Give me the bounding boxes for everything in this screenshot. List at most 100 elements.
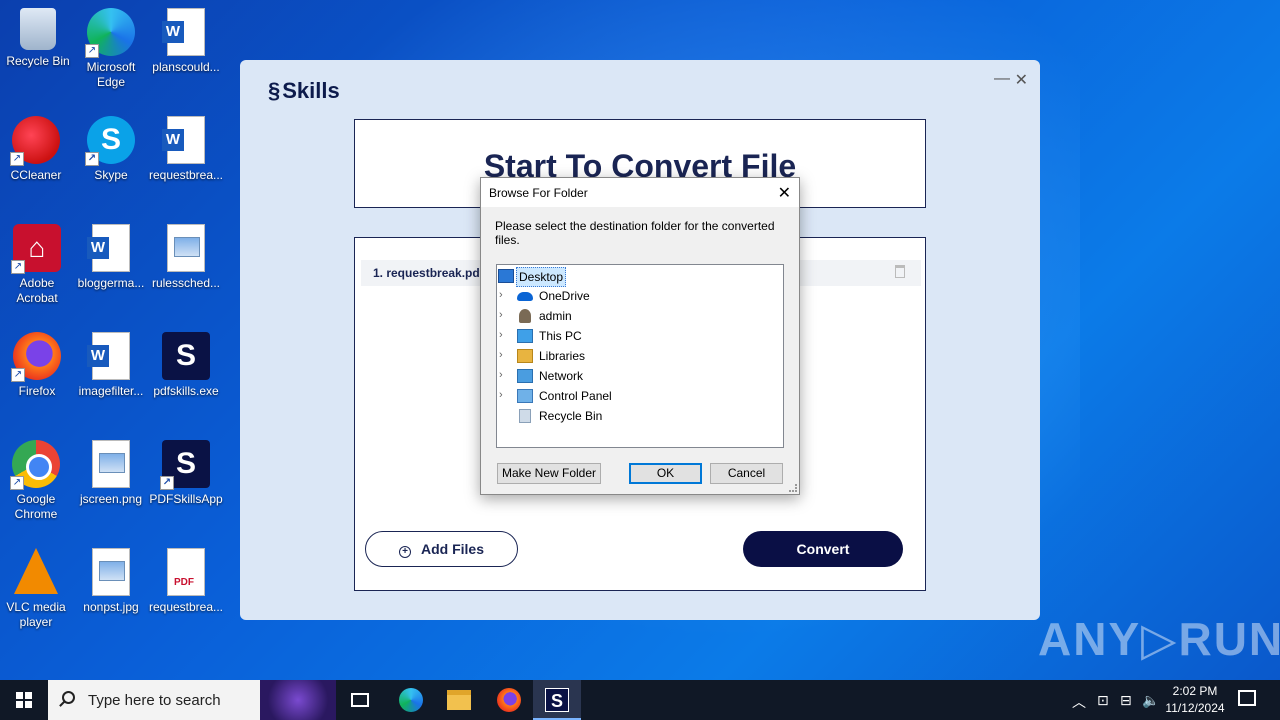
desktop-icon-requestbrea-doc[interactable]: requestbrea... bbox=[148, 116, 224, 183]
desktop-icon-acrobat[interactable]: ⌂ ↗ Adobe Acrobat bbox=[0, 224, 75, 306]
recycle-bin-icon bbox=[519, 409, 531, 423]
tree-item-label: This PC bbox=[539, 329, 582, 343]
close-button[interactable]: ✕ bbox=[1015, 70, 1028, 90]
folder-icon bbox=[447, 690, 471, 710]
pdfskills-icon: S bbox=[162, 332, 210, 380]
dialog-message: Please select the destination folder for… bbox=[495, 219, 775, 247]
desktop-icon-edge[interactable]: ↗ Microsoft Edge bbox=[73, 8, 149, 90]
ccleaner-icon: ↗ bbox=[10, 116, 60, 166]
folder-tree[interactable]: Desktop › OneDrive › admin › This PC › L… bbox=[496, 264, 784, 448]
desktop-icon-pdfskillsapp[interactable]: S ↗ PDFSkillsApp bbox=[148, 440, 224, 507]
taskbar-search-box[interactable]: Type here to search bbox=[48, 680, 336, 720]
app-logo-text: Skills bbox=[282, 78, 340, 103]
vlc-icon bbox=[14, 548, 58, 594]
image-file-icon bbox=[92, 440, 130, 488]
taskbar-explorer-button[interactable] bbox=[435, 680, 483, 720]
desktop-icon-label: Recycle Bin bbox=[6, 54, 70, 68]
desktop-icon-label: nonpst.jpg bbox=[83, 600, 139, 614]
plus-circle-icon: + bbox=[398, 546, 411, 558]
resize-grip-icon[interactable] bbox=[789, 484, 797, 492]
firefox-icon bbox=[497, 688, 521, 712]
skype-icon: S ↗ bbox=[85, 116, 135, 166]
pdf-file-icon bbox=[167, 548, 205, 596]
ok-button[interactable]: OK bbox=[629, 463, 702, 484]
expand-chevron-icon[interactable]: › bbox=[499, 306, 509, 324]
control-panel-icon bbox=[517, 389, 533, 403]
notification-icon[interactable] bbox=[1238, 690, 1256, 706]
desktop-icon-label: imagefilter... bbox=[78, 384, 144, 398]
tree-item-label: OneDrive bbox=[539, 289, 590, 303]
desktop-icon-skype[interactable]: S ↗ Skype bbox=[73, 116, 149, 183]
desktop-icon-imagefilter[interactable]: imagefilter... bbox=[73, 332, 149, 399]
taskbar: Type here to search S ︿ ⊡ ⊟ 🔈 2:02 PM 11… bbox=[0, 680, 1280, 720]
desktop-icon-label: jscreen.png bbox=[79, 492, 143, 506]
network-icon[interactable]: ⊟ bbox=[1120, 692, 1132, 709]
image-file-icon bbox=[92, 548, 130, 596]
expand-chevron-icon[interactable]: › bbox=[499, 286, 509, 304]
tree-item-label: Desktop bbox=[516, 267, 567, 287]
desktop-icon-chrome[interactable]: ↗ Google Chrome bbox=[0, 440, 74, 522]
desktop-icon-ccleaner[interactable]: ↗ CCleaner bbox=[0, 116, 74, 183]
taskbar-edge-button[interactable] bbox=[387, 680, 435, 720]
tree-item-label: Libraries bbox=[539, 349, 586, 363]
word-doc-icon bbox=[87, 332, 130, 380]
desktop-icon-label: PDFSkillsApp bbox=[149, 492, 223, 506]
trash-icon[interactable] bbox=[895, 265, 905, 278]
desktop-icon-label: planscould... bbox=[152, 60, 220, 74]
clock-time: 2:02 PM bbox=[1172, 684, 1218, 698]
desktop-icon-requestbrea-pdf[interactable]: requestbrea... bbox=[148, 548, 224, 615]
start-button[interactable] bbox=[0, 680, 48, 720]
tree-item-label: admin bbox=[539, 309, 572, 323]
desktop-icon-firefox[interactable]: ↗ Firefox bbox=[0, 332, 75, 399]
desktop-icon-vlc[interactable]: VLC media player bbox=[0, 548, 74, 630]
file-name: 1. requestbreak.pdf bbox=[373, 266, 484, 280]
desktop-icon-label: bloggerma... bbox=[77, 276, 145, 290]
pc-icon bbox=[517, 329, 533, 343]
word-doc-icon bbox=[162, 116, 205, 164]
tree-item-label: Control Panel bbox=[539, 389, 612, 403]
desktop-icon-recycle-bin[interactable]: Recycle Bin bbox=[0, 8, 76, 69]
desktop-icon-rulessched[interactable]: rulessched... bbox=[148, 224, 224, 291]
cancel-button[interactable]: Cancel bbox=[710, 463, 783, 484]
desktop-icon-label: Microsoft Edge bbox=[86, 60, 136, 89]
desktop-icon-nonpst[interactable]: nonpst.jpg bbox=[73, 548, 149, 615]
add-files-label: Add Files bbox=[420, 541, 484, 557]
desktop-icon-label: CCleaner bbox=[10, 168, 62, 182]
desktop-icon-jscreen[interactable]: jscreen.png bbox=[73, 440, 149, 507]
taskbar-firefox-button[interactable] bbox=[485, 680, 533, 720]
add-files-button[interactable]: + Add Files bbox=[365, 531, 518, 567]
word-doc-icon bbox=[162, 8, 205, 56]
desktop-icon-pdfskills-exe[interactable]: S pdfskills.exe bbox=[148, 332, 224, 399]
desktop-icon-bloggerma[interactable]: bloggerma... bbox=[73, 224, 149, 291]
taskbar-pdfskills-button[interactable]: S bbox=[533, 680, 581, 720]
dialog-close-icon[interactable]: ✕ bbox=[778, 183, 791, 203]
chevron-up-icon[interactable]: ︿ bbox=[1072, 692, 1086, 712]
device-icon[interactable]: ⊡ bbox=[1097, 692, 1109, 709]
tree-item-label: Recycle Bin bbox=[539, 409, 603, 423]
search-placeholder: Type here to search bbox=[88, 692, 221, 709]
onedrive-icon bbox=[517, 292, 533, 301]
network-icon bbox=[517, 369, 533, 383]
expand-chevron-icon[interactable]: › bbox=[499, 366, 509, 384]
minimize-button[interactable]: — bbox=[994, 70, 1010, 88]
pdfskills-icon: S bbox=[545, 688, 569, 712]
desktop-icon-label: VLC media player bbox=[6, 600, 66, 629]
desktop-icon-planscould[interactable]: planscould... bbox=[148, 8, 224, 75]
convert-button[interactable]: Convert bbox=[743, 531, 903, 567]
edge-icon bbox=[399, 688, 423, 712]
make-new-folder-button[interactable]: Make New Folder bbox=[497, 463, 601, 484]
acrobat-icon: ⌂ ↗ bbox=[11, 224, 61, 274]
volume-icon[interactable]: 🔈 bbox=[1142, 692, 1159, 709]
app-logo: §Skills bbox=[268, 78, 340, 104]
anyrun-watermark: ANY▷RUN bbox=[1038, 613, 1280, 665]
browse-folder-dialog: Browse For Folder ✕ Please select the de… bbox=[480, 177, 800, 495]
desktop-icon-label: requestbrea... bbox=[148, 600, 224, 614]
expand-chevron-icon[interactable]: › bbox=[499, 386, 509, 404]
skills-logo-icon: § bbox=[268, 78, 281, 103]
task-view-button[interactable] bbox=[336, 680, 384, 720]
expand-chevron-icon[interactable]: › bbox=[499, 326, 509, 344]
expand-chevron-icon[interactable]: › bbox=[499, 346, 509, 364]
taskbar-clock[interactable]: 2:02 PM 11/12/2024 bbox=[1160, 683, 1230, 717]
clock-date: 11/12/2024 bbox=[1165, 701, 1225, 715]
recycle-bin-icon bbox=[20, 8, 56, 50]
